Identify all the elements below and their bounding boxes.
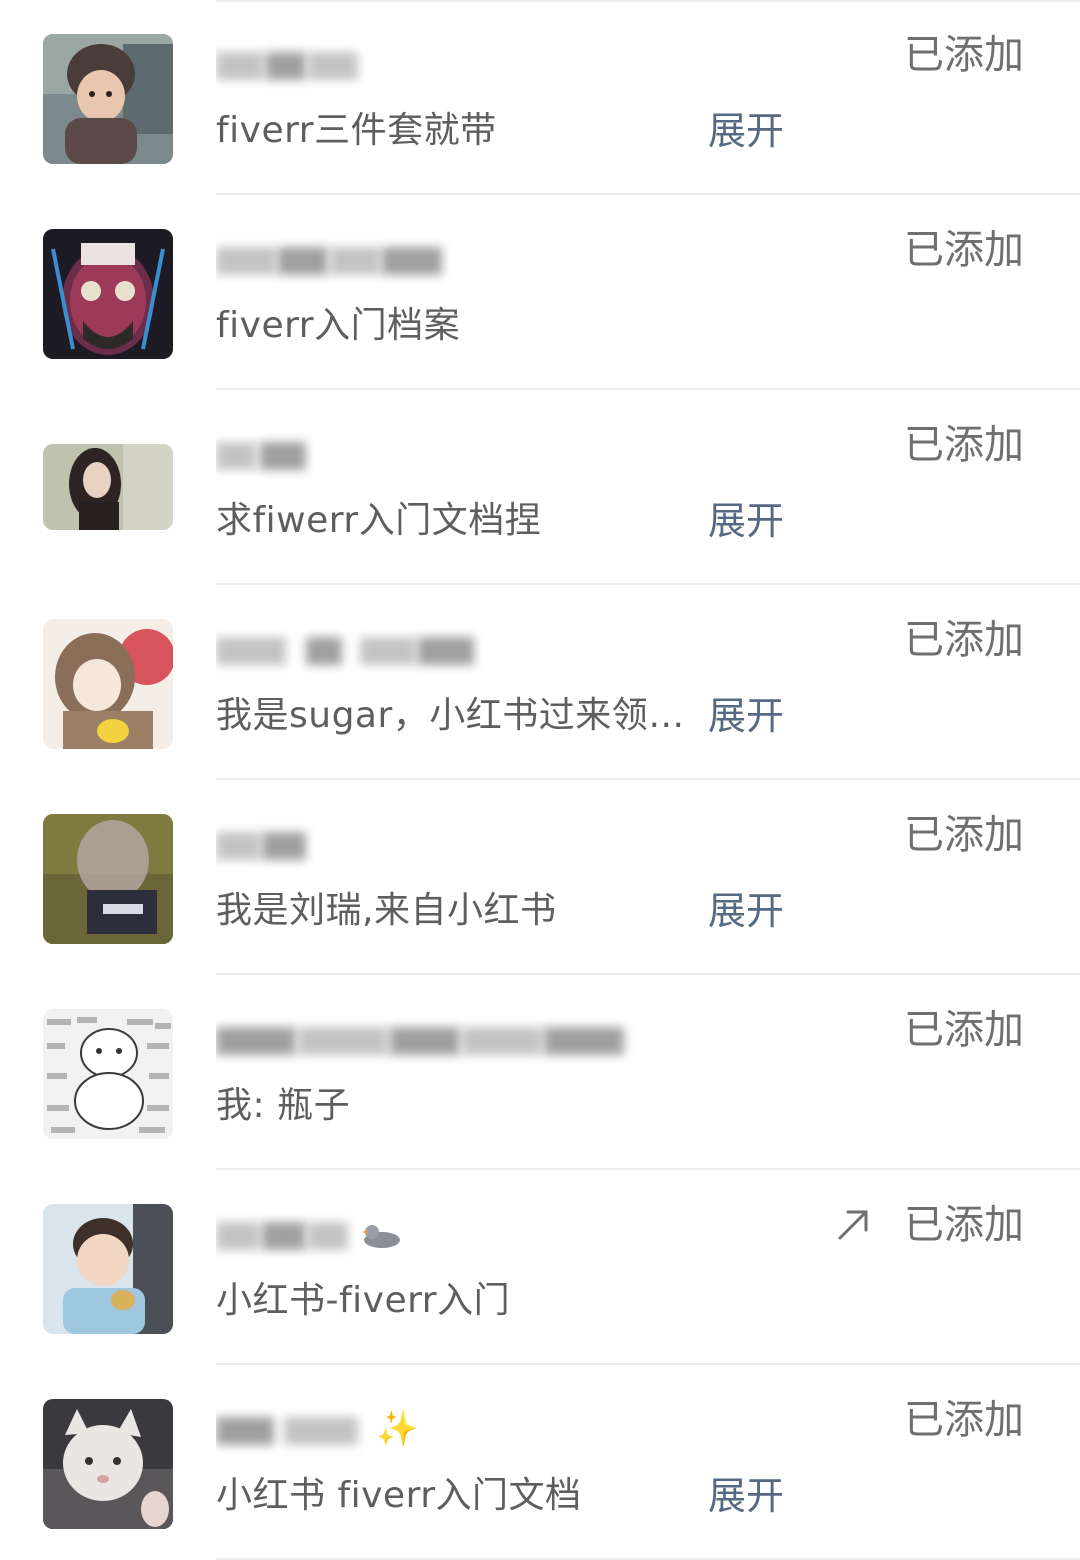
added-status: 已添加: [904, 227, 1024, 273]
contact-name-blurred: [216, 1210, 356, 1262]
avatar[interactable]: [43, 619, 173, 749]
added-status: 已添加: [904, 617, 1024, 663]
expand-button[interactable]: 展开: [708, 888, 784, 934]
added-status: 已添加: [904, 1397, 1024, 1443]
request-message: 我是sugar，小红书过来领…: [216, 695, 685, 736]
avatar[interactable]: [43, 1399, 173, 1529]
added-status: 已添加: [904, 812, 1024, 858]
contact-name-blurred: [216, 40, 376, 92]
list-item[interactable]: fiverr三件套就带 展开 已添加: [0, 0, 1080, 195]
expand-button[interactable]: 展开: [708, 108, 784, 154]
avatar[interactable]: [43, 444, 173, 530]
added-status: 已添加: [904, 1202, 1024, 1248]
duck-emoji-icon: [362, 1225, 400, 1248]
contact-name-blurred: [216, 430, 316, 482]
request-message: 小红书-fiverr入门: [216, 1280, 511, 1321]
avatar[interactable]: [43, 1009, 173, 1139]
request-message: 我: 瓶子: [216, 1085, 351, 1126]
expand-button[interactable]: 展开: [708, 1473, 784, 1519]
contact-name-blurred: [216, 820, 316, 872]
request-message: fiverr入门档案: [216, 305, 461, 346]
list-item[interactable]: 小红书-fiverr入门 已添加: [0, 1170, 1080, 1365]
list-item[interactable]: ✨ 小红书 fiverr入门文档 展开 已添加: [0, 1365, 1080, 1560]
avatar[interactable]: [43, 229, 173, 359]
contact-name-blurred: [216, 1015, 636, 1067]
request-message: 求fiwerr入门文档捏: [216, 500, 542, 541]
sparkles-emoji-icon: ✨: [376, 1409, 419, 1449]
avatar[interactable]: [43, 814, 173, 944]
divider: [216, 0, 1080, 2]
friend-request-list: fiverr三件套就带 展开 已添加 fiverr入门档案 已添加 求fiwer…: [0, 0, 1080, 1560]
list-item[interactable]: 我是sugar，小红书过来领… 展开 已添加: [0, 585, 1080, 780]
avatar[interactable]: [43, 1204, 173, 1334]
request-message: 小红书 fiverr入门文档: [216, 1475, 582, 1516]
list-item[interactable]: fiverr入门档案 已添加: [0, 195, 1080, 390]
expand-button[interactable]: 展开: [708, 498, 784, 544]
added-status: 已添加: [904, 422, 1024, 468]
expand-button[interactable]: 展开: [708, 693, 784, 739]
list-item[interactable]: 求fiwerr入门文档捏 展开 已添加: [0, 390, 1080, 585]
added-status: 已添加: [904, 32, 1024, 78]
added-status: 已添加: [904, 1007, 1024, 1053]
contact-name-blurred: [216, 1405, 366, 1457]
avatar[interactable]: [43, 34, 173, 164]
request-message: 我是刘瑞,来自小红书: [216, 890, 557, 931]
arrow-up-right-icon[interactable]: [834, 1204, 874, 1244]
request-message: fiverr三件套就带: [216, 110, 497, 151]
list-item[interactable]: 我: 瓶子 已添加: [0, 975, 1080, 1170]
contact-name-blurred: [216, 625, 496, 677]
contact-name-blurred: [216, 235, 456, 287]
list-item[interactable]: 我是刘瑞,来自小红书 展开 已添加: [0, 780, 1080, 975]
